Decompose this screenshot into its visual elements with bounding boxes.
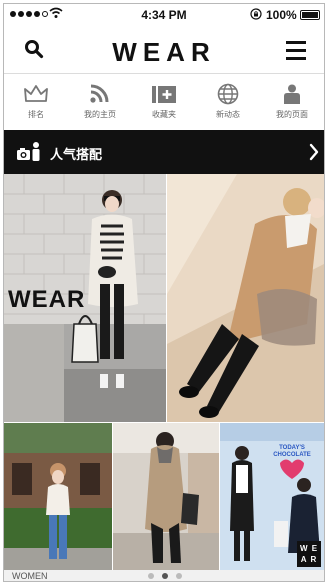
camera-person-icon <box>17 142 40 161</box>
page-dot[interactable] <box>148 573 154 579</box>
app-logo[interactable]: WEAR <box>4 37 324 68</box>
wear-watermark: WEAR <box>8 286 86 313</box>
nav-item-label: 排名 <box>28 110 44 119</box>
outfit-photo[interactable] <box>167 174 324 422</box>
chevron-right-icon[interactable] <box>309 143 319 161</box>
nav-item-new-activity[interactable]: 新动态 <box>196 74 260 130</box>
crown-icon <box>24 85 48 102</box>
sign-text: TODAY'S CHOCOLATE <box>273 445 311 458</box>
nav-item-label: 新动态 <box>216 110 240 119</box>
outfit-photo[interactable]: WEAR <box>4 174 166 422</box>
category-label: WOMEN <box>12 571 48 581</box>
category-footer: WOMEN <box>4 570 324 581</box>
page-dot[interactable] <box>176 573 182 579</box>
popular-outfits-bar[interactable]: 人气搭配 <box>4 130 324 174</box>
outfit-photo[interactable] <box>4 423 112 570</box>
add-to-collection-icon <box>152 86 176 103</box>
outfit-photo-image <box>4 423 112 570</box>
page-dot[interactable] <box>162 573 168 579</box>
section-title: 人气搭配 <box>50 147 103 162</box>
outfit-photo-image <box>113 423 219 570</box>
app-screen: 4:34 PM 100% WEAR 排名 我的主页 收藏夹 新动态 我的页面 人… <box>3 3 325 582</box>
person-icon <box>284 84 300 104</box>
globe-icon <box>217 83 239 105</box>
outfit-photo-image <box>167 174 324 422</box>
app-header: WEAR <box>4 26 324 74</box>
battery-icon <box>300 10 320 20</box>
nav-item-my-home[interactable]: 我的主页 <box>68 74 132 130</box>
rss-feed-icon <box>90 84 109 103</box>
status-bar: 4:34 PM 100% <box>4 4 324 26</box>
nav-item-label: 我的主页 <box>84 110 116 119</box>
outfit-photo[interactable] <box>113 423 219 570</box>
nav-item-label: 收藏夹 <box>152 110 176 119</box>
nav-item-my-page[interactable]: 我的页面 <box>260 74 324 130</box>
main-nav: 排名 我的主页 收藏夹 新动态 我的页面 <box>4 74 324 130</box>
nav-item-label: 我的页面 <box>276 110 308 119</box>
nav-item-ranking[interactable]: 排名 <box>4 74 68 130</box>
wear-badge-logo[interactable]: W EA R <box>297 541 321 567</box>
nav-item-favorites[interactable]: 收藏夹 <box>132 74 196 130</box>
page-indicator[interactable] <box>148 573 182 579</box>
hamburger-menu-icon[interactable] <box>286 41 306 65</box>
outfit-photo-grid: WEAR TODAY'S CHOCOLATE W E A R <box>4 174 324 570</box>
outfit-photo[interactable]: TODAY'S CHOCOLATE W EA R <box>220 423 324 570</box>
rotation-lock-icon <box>250 8 262 20</box>
battery-percent: 100% <box>266 8 297 22</box>
